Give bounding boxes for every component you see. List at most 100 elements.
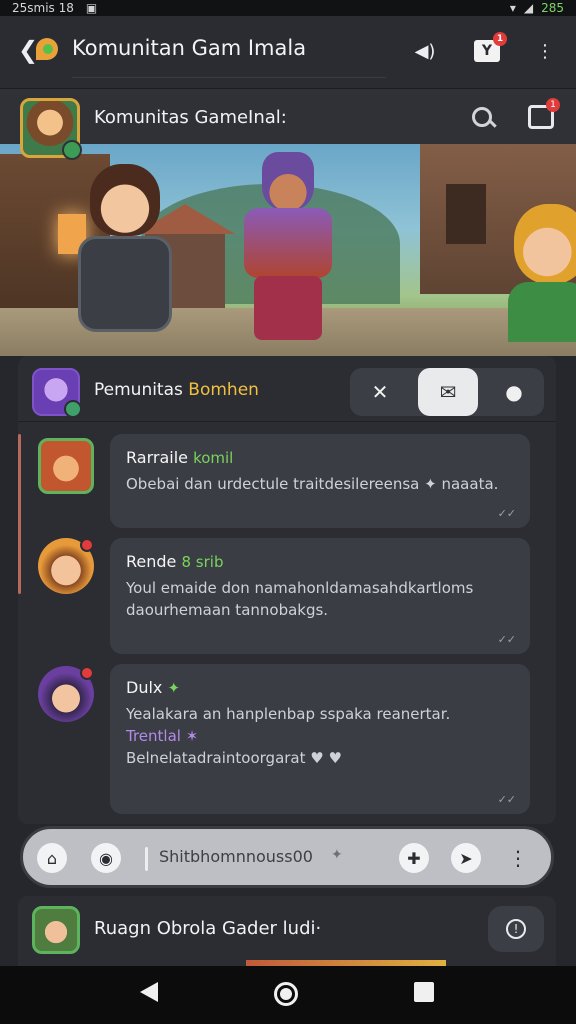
app-bar: ❮ Komunitan Gam Imala ◀) Y 1 ⋮ xyxy=(0,16,576,88)
sparkle-icon: ✦ xyxy=(331,847,343,863)
author-name: Dulx xyxy=(126,678,163,697)
sticker-button[interactable]: ✚ xyxy=(399,843,429,873)
message-bubble: Rarraile komil Obebai dan urdectule trai… xyxy=(110,434,530,528)
banner-hero-warrior xyxy=(222,152,352,342)
author-name: Rarraile xyxy=(126,448,188,467)
banner-hero-ranger xyxy=(508,204,576,342)
channel-avatar[interactable] xyxy=(32,368,82,418)
online-badge xyxy=(80,538,94,552)
message-avatar[interactable] xyxy=(38,538,94,594)
community-header: Komunitas GameInal: 1 xyxy=(0,88,576,160)
message-text: Obebai dan urdectule traitdesilereensa ✦… xyxy=(126,475,499,493)
camera-icon: ◉ xyxy=(99,848,113,868)
room-avatar xyxy=(32,906,80,954)
app-title: Komunitan Gam Imala xyxy=(72,36,307,60)
composer-separator xyxy=(145,847,148,871)
room-title: Ruagn Obrola Gader ludi· xyxy=(94,918,322,939)
game-logo-icon xyxy=(36,38,58,60)
mail-icon: ✉ xyxy=(439,380,457,404)
mute-icon: ✕ xyxy=(371,380,389,404)
read-receipt-icon: ✓✓ xyxy=(497,793,516,806)
speaker-icon: ◀) xyxy=(414,40,436,62)
channel-status-icon xyxy=(64,400,82,418)
system-nav-bar xyxy=(0,966,576,1024)
community-name: Komunitas GameInal: xyxy=(94,107,287,128)
online-badge xyxy=(80,666,94,680)
message-composer: ⌂ ◉ Shitbhomnnouss00 ✦ ✚ ➤ ⋮ xyxy=(20,826,554,888)
chat-tab-button[interactable]: ● xyxy=(484,368,544,416)
message-bubble: Dulx ✦ Yealakara an hanplenbap sspaka re… xyxy=(110,664,530,814)
sticker-icon: ✚ xyxy=(407,848,421,868)
nav-home-icon[interactable] xyxy=(274,982,298,1006)
app-bar-divider xyxy=(72,77,386,78)
signal-icon: ◢ xyxy=(523,1,534,15)
message-text: Yealakara an hanplenbap sspaka reanertar… xyxy=(126,705,451,723)
mute-channel-button[interactable]: ✕ xyxy=(350,368,410,416)
battery-level: 285 xyxy=(541,1,564,15)
verified-icon xyxy=(62,140,82,160)
mail-button[interactable]: Y 1 xyxy=(472,32,507,66)
author-tag: ✦ xyxy=(167,679,181,697)
community-banner-image xyxy=(0,144,576,356)
more-options-button[interactable]: ⋮ xyxy=(530,36,560,66)
author-name: Rende xyxy=(126,552,177,571)
send-button[interactable]: ➤ xyxy=(451,843,481,873)
message-highlight: Trentlal ✶ xyxy=(126,727,199,745)
message-input[interactable]: Shitbhomnnouss00 xyxy=(159,847,339,866)
nav-recents-icon[interactable] xyxy=(414,982,434,1002)
mute-button[interactable]: ◀) xyxy=(410,36,440,66)
author-tag: komil xyxy=(193,449,234,467)
search-icon[interactable] xyxy=(470,105,498,133)
mail-icon: Y 1 xyxy=(474,32,507,62)
message-text: Youl emaide don namahonldamasahdkartloms… xyxy=(126,579,474,619)
hero-ranger-head xyxy=(514,204,576,284)
notification-icon: ▣ xyxy=(85,1,98,15)
status-left: 25smis 18 ▣ xyxy=(12,1,97,15)
mail-glyph: Y xyxy=(481,43,493,59)
room-card[interactable]: Ruagn Obrola Gader ludi· ! xyxy=(18,896,556,966)
message-avatar[interactable] xyxy=(38,666,94,722)
status-right: ▾ ◢ 285 xyxy=(510,1,564,15)
chat-bubble-icon: ● xyxy=(505,380,523,404)
compose-icon[interactable]: 1 xyxy=(528,98,560,129)
hero-knight-armor xyxy=(78,236,172,332)
wifi-icon: ▾ xyxy=(509,1,516,15)
home-button[interactable]: ⌂ xyxy=(37,843,67,873)
hero-warrior-legs xyxy=(254,276,322,340)
message-author: Rende 8 srib xyxy=(126,552,514,571)
nav-back-icon[interactable] xyxy=(140,982,158,1002)
more-vertical-icon: ⋮ xyxy=(536,40,554,62)
chat-panel: Pemunitas Bomhen ✕ ✉ ● Rarraile komil Ob… xyxy=(18,356,556,824)
send-icon: ➤ xyxy=(459,848,473,868)
more-vertical-icon: ⋮ xyxy=(508,846,528,870)
read-receipt-icon: ✓✓ xyxy=(497,507,516,520)
room-info-button[interactable]: ! xyxy=(488,906,544,952)
message-avatar[interactable] xyxy=(38,438,94,494)
composer-more-button[interactable]: ⋮ xyxy=(503,843,533,873)
channel-title-main: Pemunitas xyxy=(94,380,183,400)
mail-badge: 1 xyxy=(493,32,507,46)
channel-title: Pemunitas Bomhen xyxy=(94,380,259,400)
hero-knight-head xyxy=(90,164,160,236)
info-icon: ! xyxy=(506,919,526,939)
message-author: Dulx ✦ xyxy=(126,678,514,697)
hero-warrior-torso xyxy=(244,208,332,278)
hero-ranger-cloak xyxy=(508,282,576,342)
read-receipt-icon: ✓✓ xyxy=(497,633,516,646)
camera-button[interactable]: ◉ xyxy=(91,843,121,873)
message-author: Rarraile komil xyxy=(126,448,514,467)
app-screen: 25smis 18 ▣ ▾ ◢ 285 ❮ Komunitan Gam Imal… xyxy=(0,0,576,1024)
mail-tab-button[interactable]: ✉ xyxy=(418,368,478,416)
chat-panel-header: Pemunitas Bomhen ✕ ✉ ● xyxy=(18,356,556,422)
channel-title-accent: Bomhen xyxy=(188,380,259,400)
home-icon: ⌂ xyxy=(46,848,58,868)
status-bar: 25smis 18 ▣ ▾ ◢ 285 xyxy=(0,0,576,16)
back-arrow-icon[interactable]: ❮ xyxy=(18,36,38,64)
compose-badge: 1 xyxy=(546,98,560,112)
status-time: 25smis 18 xyxy=(12,1,74,15)
community-avatar[interactable] xyxy=(20,98,82,160)
author-tag: 8 srib xyxy=(181,553,224,571)
thread-indicator xyxy=(18,434,21,594)
banner-hero-knight xyxy=(70,164,180,334)
hero-warrior-head xyxy=(262,152,314,210)
